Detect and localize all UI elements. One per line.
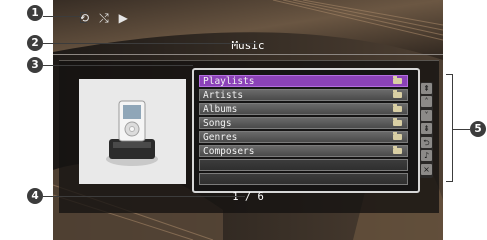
callout-3: 3 xyxy=(27,57,43,73)
screen: ⟲ ⤭ ▶ Music Playlists Artists Albums Son… xyxy=(53,0,443,240)
page-counter: 1 / 6 xyxy=(232,191,264,203)
list-item-label: Albums xyxy=(203,104,238,115)
menu-list: Playlists Artists Albums Songs Genres Co… xyxy=(192,68,420,193)
callout-3-leader xyxy=(43,65,193,66)
callout-1-leader xyxy=(43,16,81,17)
callout-2: 2 xyxy=(27,35,43,51)
play-icon: ▶ xyxy=(118,11,128,25)
callout-2-leader xyxy=(43,43,258,44)
callout-4: 4 xyxy=(27,188,43,204)
title-divider xyxy=(53,54,443,55)
list-item-composers[interactable]: Composers xyxy=(199,145,408,157)
page-up-icon[interactable]: ⇞ xyxy=(421,83,432,94)
callout-5: 5 xyxy=(470,121,486,137)
folder-icon xyxy=(393,90,402,98)
close-icon[interactable]: × xyxy=(421,164,432,175)
list-item-label: Genres xyxy=(203,132,238,143)
up-icon[interactable]: ˄ xyxy=(421,96,432,107)
folder-icon xyxy=(393,146,402,154)
shuffle-icon: ⤭ xyxy=(99,11,109,25)
folder-icon xyxy=(393,104,402,112)
list-item-label: Songs xyxy=(203,118,232,129)
list-item-label: Composers xyxy=(203,146,255,157)
folder-icon xyxy=(393,132,402,140)
list-item-songs[interactable]: Songs xyxy=(199,117,408,129)
ipod-dock-image xyxy=(106,100,158,166)
list-item-artists[interactable]: Artists xyxy=(199,89,408,101)
list-item-label: Artists xyxy=(203,90,244,101)
page: ⟲ ⤭ ▶ Music Playlists Artists Albums Son… xyxy=(0,0,487,240)
callout-4-leader xyxy=(43,196,245,197)
callout-5-leader xyxy=(452,129,470,130)
callout-1: 1 xyxy=(27,5,43,21)
music-note-icon[interactable]: ♪ xyxy=(421,150,432,161)
down-icon[interactable]: ˅ xyxy=(421,110,432,121)
list-item-albums[interactable]: Albums xyxy=(199,103,408,115)
callout-5-bracket xyxy=(446,74,453,182)
folder-icon xyxy=(393,76,402,84)
list-item-empty xyxy=(199,159,408,171)
list-item-genres[interactable]: Genres xyxy=(199,131,408,143)
artwork xyxy=(79,79,186,184)
page-down-icon[interactable]: ⇟ xyxy=(421,123,432,134)
list-item-empty xyxy=(199,173,408,185)
navigation-buttons: ⇞ ˄ ˅ ⇟ ⮌ ♪ × xyxy=(420,82,433,178)
folder-icon xyxy=(393,118,402,126)
list-item-playlists[interactable]: Playlists xyxy=(199,75,408,87)
callout-1-bracket xyxy=(80,12,87,23)
return-icon[interactable]: ⮌ xyxy=(421,137,432,148)
list-item-label: Playlists xyxy=(203,76,255,87)
